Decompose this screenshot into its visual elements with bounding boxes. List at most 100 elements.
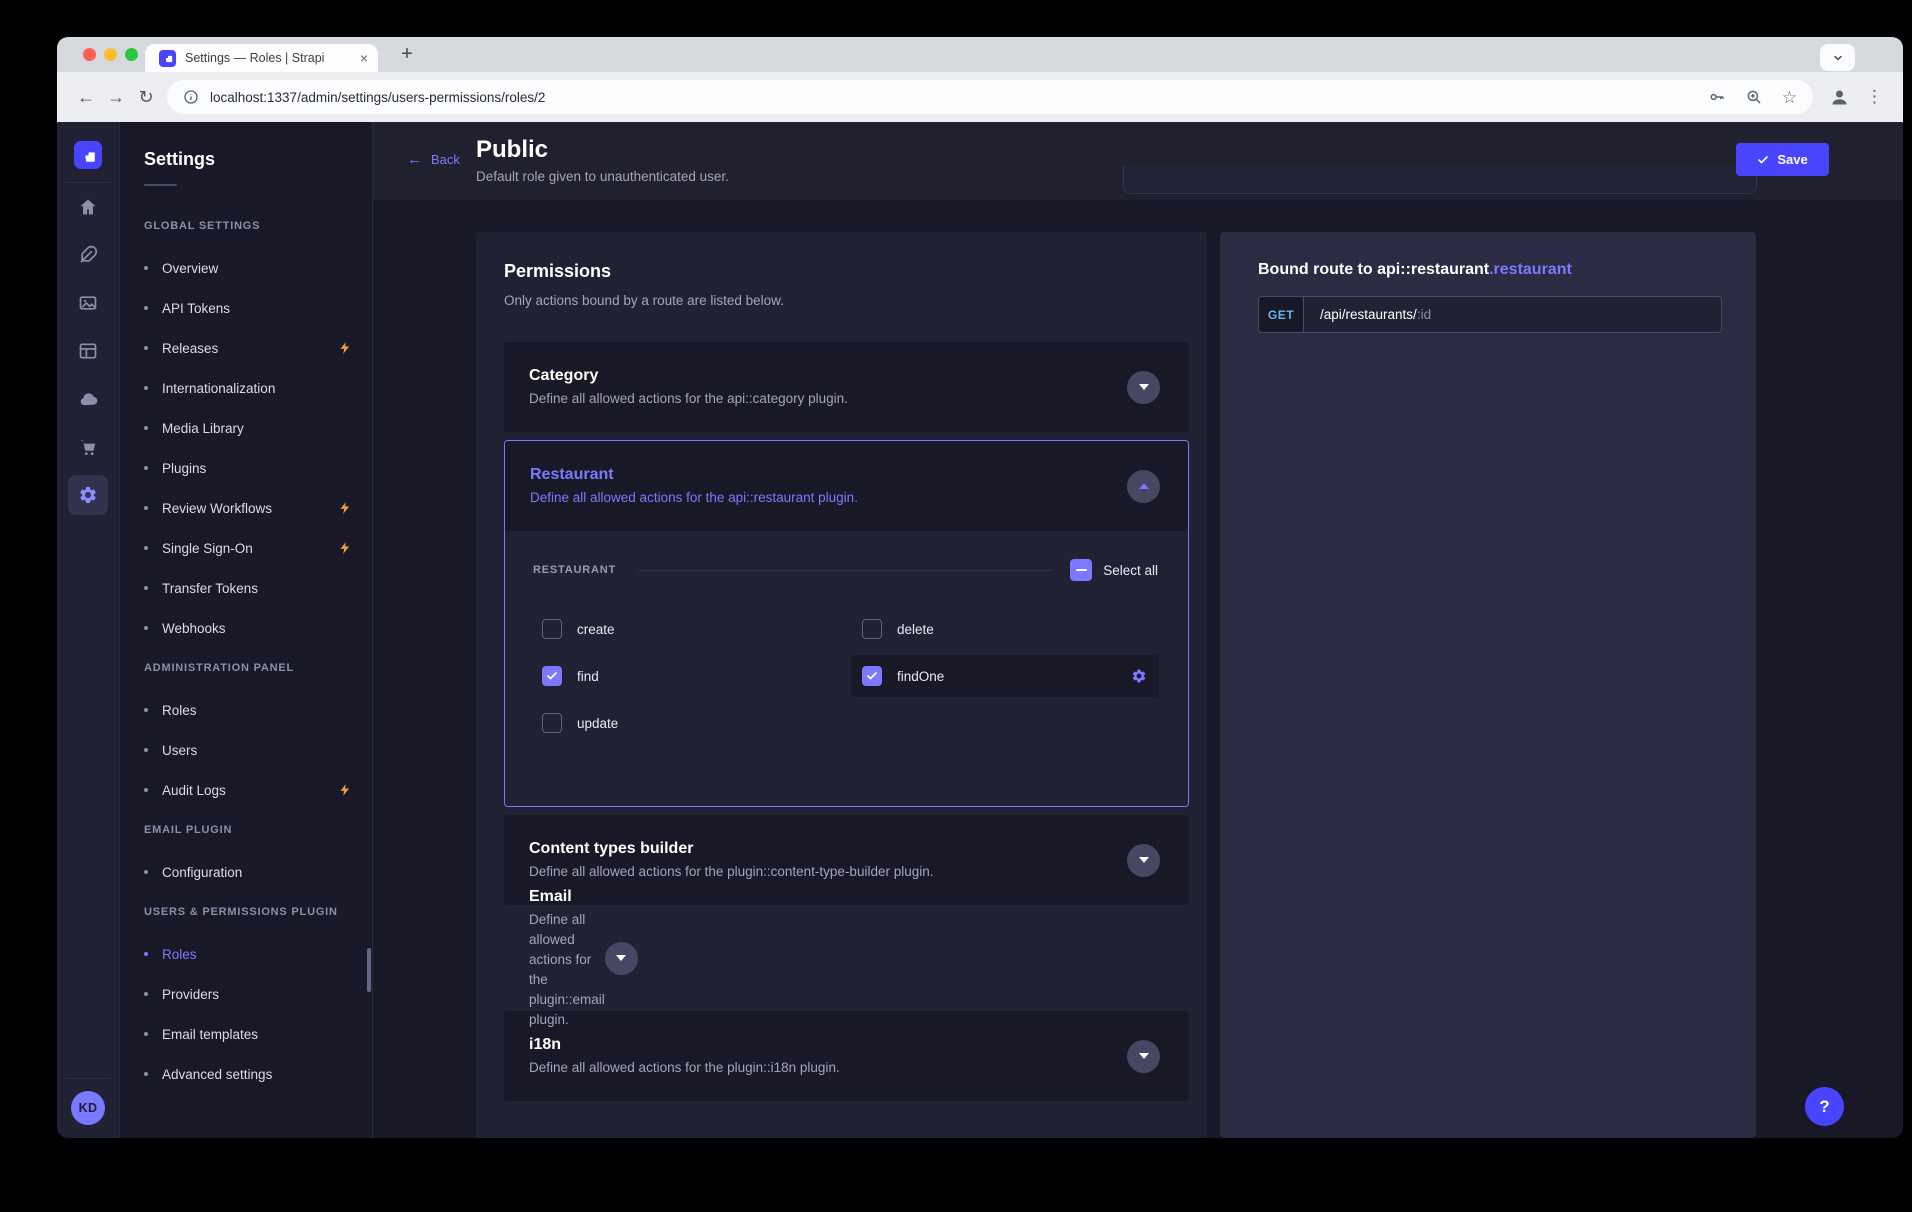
info-icon[interactable] (183, 89, 199, 105)
accordion-restaurant: Restaurant Define all allowed actions fo… (504, 440, 1189, 807)
caret-down-icon (1139, 1053, 1149, 1059)
select-all-control[interactable]: Select all (1070, 559, 1158, 581)
nav-marketplace-cart-icon[interactable] (57, 423, 119, 471)
page-title: Public (476, 136, 729, 164)
sidebar-item-advanced-settings[interactable]: Advanced settings (120, 1054, 372, 1094)
nav-deploy-cloud-icon[interactable] (57, 375, 119, 423)
address-bar[interactable]: localhost:1337/admin/settings/users-perm… (167, 80, 1813, 114)
zoom-page-icon[interactable] (1745, 88, 1763, 106)
actions-grid: create delete (505, 608, 1188, 744)
premium-lightning-icon (338, 341, 352, 355)
tab-search-chevron-button[interactable] (1820, 44, 1855, 71)
strapi-logo[interactable] (74, 141, 102, 169)
delete-checkbox[interactable] (862, 619, 882, 639)
permission-update[interactable]: update (531, 702, 851, 744)
select-all-checkbox[interactable] (1070, 559, 1092, 581)
collapse-toggle-button[interactable] (1127, 470, 1160, 503)
sidebar-item-providers[interactable]: Providers (120, 974, 372, 1014)
sidebar-item-review-workflows[interactable]: Review Workflows (120, 488, 372, 528)
browser-reload-button[interactable]: ↻ (131, 82, 161, 112)
save-button[interactable]: Save (1736, 143, 1829, 176)
permission-find[interactable]: find (531, 655, 851, 697)
premium-lightning-icon (338, 541, 352, 555)
bullet-icon (144, 466, 148, 470)
nav-media-library-icon[interactable] (57, 279, 119, 327)
sidebar-item-transfer-tokens[interactable]: Transfer Tokens (120, 568, 372, 608)
bullet-icon (144, 426, 148, 430)
page-subtitle: Default role given to unauthenticated us… (476, 168, 729, 186)
create-checkbox[interactable] (542, 619, 562, 639)
accordion-description: Define all allowed actions for the plugi… (529, 910, 605, 1030)
password-key-icon[interactable] (1708, 88, 1726, 106)
sidebar-item-email-templates[interactable]: Email templates (120, 1014, 372, 1054)
accordion-description: Define all allowed actions for the api::… (530, 488, 858, 508)
nav-content-type-builder-icon[interactable] (57, 327, 119, 375)
zoom-window-button[interactable] (125, 48, 138, 61)
check-icon (1757, 154, 1769, 166)
nav-content-manager-icon[interactable] (57, 231, 119, 279)
route-display: GET /api/restaurants/:id (1258, 296, 1722, 333)
sidebar-item-label: Plugins (162, 461, 206, 476)
permission-findone[interactable]: findOne (851, 655, 1159, 697)
browser-tab[interactable]: Settings — Roles | Strapi × (145, 44, 378, 72)
permission-create[interactable]: create (531, 608, 851, 650)
bookmark-star-icon[interactable]: ☆ (1782, 89, 1797, 106)
close-window-button[interactable] (83, 48, 96, 61)
sidebar-item-admin-users[interactable]: Users (120, 730, 372, 770)
expand-toggle-button[interactable] (1127, 371, 1160, 404)
accordion-email[interactable]: Email Define all allowed actions for the… (504, 913, 558, 1003)
browser-back-button[interactable]: ← (71, 82, 101, 112)
sidebar-item-single-sign-on[interactable]: Single Sign-On (120, 528, 372, 568)
minimize-window-button[interactable] (104, 48, 117, 61)
update-checkbox[interactable] (542, 713, 562, 733)
browser-forward-button[interactable]: → (101, 82, 131, 112)
new-tab-button[interactable]: + (393, 40, 421, 68)
sidebar-item-label: Internationalization (162, 381, 275, 396)
sidebar-item-up-roles[interactable]: Roles (120, 934, 372, 974)
sidebar-scrollbar-thumb[interactable] (367, 948, 371, 992)
sidebar-item-overview[interactable]: Overview (120, 248, 372, 288)
section-label-administration-panel: ADMINISTRATION PANEL (144, 662, 348, 674)
profile-avatar-icon[interactable] (1829, 87, 1850, 108)
sidebar-item-label: Audit Logs (162, 783, 226, 798)
bound-route-panel: Bound route to api::restaurant.restauran… (1220, 232, 1756, 1138)
sidebar-item-label: Advanced settings (162, 1067, 272, 1082)
findone-checkbox[interactable] (862, 666, 882, 686)
sidebar-item-plugins[interactable]: Plugins (120, 448, 372, 488)
traffic-lights (83, 48, 138, 61)
bound-route-title: Bound route to api::restaurant.restauran… (1258, 260, 1722, 280)
sidebar-item-audit-logs[interactable]: Audit Logs (120, 770, 372, 810)
sidebar-item-label: Users (162, 743, 197, 758)
sidebar-item-media-library[interactable]: Media Library (120, 408, 372, 448)
accordion-i18n[interactable]: i18n Define all allowed actions for the … (504, 1011, 1189, 1101)
sidebar-item-label: Overview (162, 261, 218, 276)
permission-delete[interactable]: delete (851, 608, 1159, 650)
back-link[interactable]: ← Back (407, 152, 460, 167)
expand-toggle-button[interactable] (605, 942, 638, 975)
sidebar-item-internationalization[interactable]: Internationalization (120, 368, 372, 408)
browser-window: Settings — Roles | Strapi × + ← → ↻ loca… (57, 37, 1903, 1138)
sidebar-item-api-tokens[interactable]: API Tokens (120, 288, 372, 328)
sidebar-item-webhooks[interactable]: Webhooks (120, 608, 372, 648)
permission-settings-gear-icon[interactable] (1131, 668, 1147, 684)
accordion-title: Restaurant (530, 464, 858, 486)
browser-menu-icon[interactable]: ⋮ (1866, 87, 1883, 107)
find-checkbox[interactable] (542, 666, 562, 686)
user-avatar[interactable]: KD (71, 1091, 105, 1125)
help-button[interactable]: ? (1805, 1087, 1844, 1126)
sidebar-item-configuration[interactable]: Configuration (120, 852, 372, 892)
sidebar-item-releases[interactable]: Releases (120, 328, 372, 368)
expand-toggle-button[interactable] (1127, 844, 1160, 877)
premium-lightning-icon (338, 501, 352, 515)
sidebar-item-admin-roles[interactable]: Roles (120, 690, 372, 730)
sidebar-item-label: Email templates (162, 1027, 258, 1042)
accordion-category[interactable]: Category Define all allowed actions for … (504, 342, 1189, 432)
nav-home-icon[interactable] (57, 183, 119, 231)
url-text[interactable]: localhost:1337/admin/settings/users-perm… (210, 90, 545, 105)
expand-toggle-button[interactable] (1127, 1040, 1160, 1073)
accordion-restaurant-header[interactable]: Restaurant Define all allowed actions fo… (505, 441, 1188, 531)
bullet-icon (144, 1032, 148, 1036)
accordion-content-types-builder[interactable]: Content types builder Define all allowed… (504, 815, 1189, 905)
tab-close-icon[interactable]: × (360, 50, 368, 66)
nav-settings-icon[interactable] (57, 471, 119, 519)
